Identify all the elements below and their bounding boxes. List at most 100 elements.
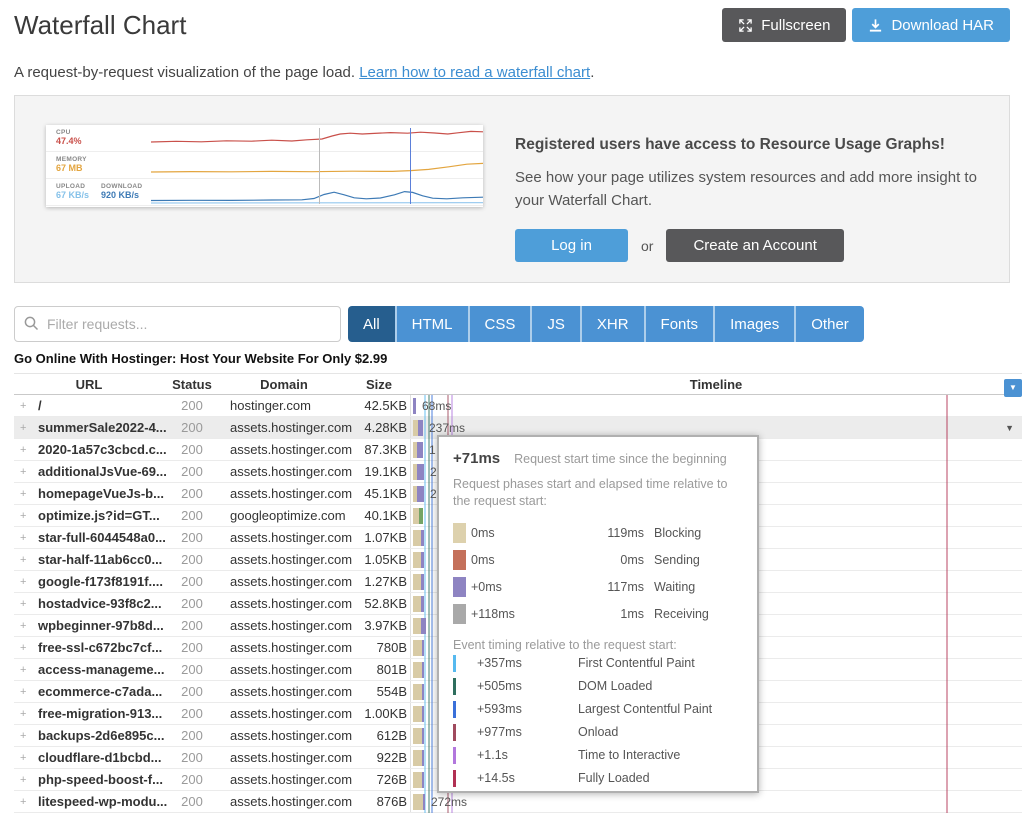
row-url: ecommerce-c7ada... bbox=[38, 684, 162, 699]
memory-label: MEMORY bbox=[56, 156, 87, 163]
row-expander-icon[interactable]: + bbox=[20, 620, 30, 632]
row-domain: assets.hostinger.com bbox=[220, 772, 348, 787]
download-har-button[interactable]: Download HAR bbox=[852, 8, 1010, 42]
waterfall-page: Waterfall Chart Fullscreen Download HAR … bbox=[0, 0, 1024, 814]
column-header-size[interactable]: Size bbox=[348, 377, 410, 392]
memory-line-chart bbox=[151, 152, 483, 179]
graph-cursor-blue bbox=[410, 128, 411, 204]
event-value: +14.5s bbox=[477, 771, 557, 785]
row-url: star-half-11ab6cc0... bbox=[38, 552, 162, 567]
phase-color-swatch bbox=[453, 523, 466, 543]
phase-name: Sending bbox=[649, 553, 743, 567]
row-expander-icon[interactable]: + bbox=[20, 664, 30, 676]
row-expander-icon[interactable]: + bbox=[20, 466, 30, 478]
filter-tab-fonts[interactable]: Fonts bbox=[644, 306, 714, 342]
table-row[interactable]: + litespeed-wp-modu... 200 assets.hostin… bbox=[14, 791, 1022, 813]
waterfall-help-link[interactable]: Learn how to read a waterfall chart bbox=[359, 64, 590, 81]
row-domain: assets.hostinger.com bbox=[220, 442, 348, 457]
row-url: backups-2d6e895c... bbox=[38, 728, 164, 743]
row-expander-icon[interactable]: + bbox=[20, 774, 30, 786]
filter-input[interactable] bbox=[14, 306, 341, 342]
row-bar bbox=[413, 618, 426, 634]
filter-tab-css[interactable]: CSS bbox=[468, 306, 531, 342]
row-caret-icon[interactable]: ▼ bbox=[1005, 423, 1014, 433]
tooltip-event-row: +593ms Largest Contentful Paint bbox=[453, 698, 743, 721]
filter-row: AllHTMLCSSJSXHRFontsImagesOther bbox=[14, 306, 1010, 342]
row-size: 45.1KB bbox=[348, 486, 410, 501]
row-expander-icon[interactable]: + bbox=[20, 642, 30, 654]
table-row[interactable]: + / 200 hostinger.com 42.5KB 68ms bbox=[14, 395, 1022, 417]
row-size: 19.1KB bbox=[348, 464, 410, 479]
row-expander-icon[interactable]: + bbox=[20, 598, 30, 610]
row-expander-icon[interactable]: + bbox=[20, 752, 30, 764]
row-expander-icon[interactable]: + bbox=[20, 422, 30, 434]
row-bar bbox=[413, 750, 424, 766]
row-domain: assets.hostinger.com bbox=[220, 596, 348, 611]
row-status: 200 bbox=[164, 552, 220, 567]
sponsor-ad-link[interactable]: Go Online With Hostinger: Host Your Webs… bbox=[14, 351, 1010, 366]
row-size: 42.5KB bbox=[348, 398, 410, 413]
promo-heading: Registered users have access to Resource… bbox=[515, 136, 979, 154]
column-header-domain[interactable]: Domain bbox=[220, 377, 348, 392]
row-size: 554B bbox=[348, 684, 410, 699]
row-domain: assets.hostinger.com bbox=[220, 618, 348, 633]
fullscreen-button[interactable]: Fullscreen bbox=[722, 8, 846, 42]
download-speed-value: 920 KB/s bbox=[101, 190, 142, 200]
row-expander-icon[interactable]: + bbox=[20, 400, 30, 412]
row-bar bbox=[413, 398, 416, 414]
filter-tab-other[interactable]: Other bbox=[794, 306, 864, 342]
create-account-button[interactable]: Create an Account bbox=[666, 229, 843, 262]
event-value: +593ms bbox=[477, 702, 557, 716]
row-bar bbox=[413, 596, 424, 612]
filter-tab-all[interactable]: All bbox=[348, 306, 395, 342]
row-url: hostadvice-93f8c2... bbox=[38, 596, 162, 611]
column-header-status[interactable]: Status bbox=[164, 377, 220, 392]
row-status: 200 bbox=[164, 508, 220, 523]
tooltip-phase-row: +0ms 117ms Waiting bbox=[453, 574, 743, 601]
row-url: cloudflare-d1bcbd... bbox=[38, 750, 162, 765]
cpu-label: CPU bbox=[56, 129, 82, 136]
row-expander-icon[interactable]: + bbox=[20, 576, 30, 588]
timeline-sort-button[interactable]: ▼ bbox=[1004, 379, 1022, 397]
filter-tab-html[interactable]: HTML bbox=[395, 306, 468, 342]
row-bar bbox=[413, 640, 424, 656]
row-status: 200 bbox=[164, 398, 220, 413]
login-button[interactable]: Log in bbox=[515, 229, 628, 262]
row-bar bbox=[413, 772, 424, 788]
row-url: optimize.js?id=GT... bbox=[38, 508, 160, 523]
row-size: 3.97KB bbox=[348, 618, 410, 633]
filter-tab-js[interactable]: JS bbox=[530, 306, 580, 342]
search-icon bbox=[23, 315, 40, 337]
row-domain: assets.hostinger.com bbox=[220, 706, 348, 721]
tooltip-start-value: +71ms bbox=[453, 450, 500, 467]
row-expander-icon[interactable]: + bbox=[20, 730, 30, 742]
row-expander-icon[interactable]: + bbox=[20, 708, 30, 720]
row-domain: hostinger.com bbox=[220, 398, 348, 413]
row-expander-icon[interactable]: + bbox=[20, 488, 30, 500]
bandwidth-line-chart bbox=[151, 179, 483, 206]
filter-tab-xhr[interactable]: XHR bbox=[580, 306, 644, 342]
row-expander-icon[interactable]: + bbox=[20, 554, 30, 566]
row-status: 200 bbox=[164, 728, 220, 743]
filter-tabs: AllHTMLCSSJSXHRFontsImagesOther bbox=[348, 306, 864, 342]
row-size: 1.07KB bbox=[348, 530, 410, 545]
row-expander-icon[interactable]: + bbox=[20, 532, 30, 544]
intro-suffix: . bbox=[590, 64, 594, 81]
column-header-url[interactable]: URL bbox=[14, 377, 164, 392]
row-bar bbox=[413, 728, 424, 744]
row-status: 200 bbox=[164, 794, 220, 809]
row-bar bbox=[413, 552, 424, 568]
row-expander-icon[interactable]: + bbox=[20, 510, 30, 522]
row-expander-icon[interactable]: + bbox=[20, 796, 30, 808]
row-expander-icon[interactable]: + bbox=[20, 686, 30, 698]
row-size: 4.28KB bbox=[348, 420, 410, 435]
row-size: 52.8KB bbox=[348, 596, 410, 611]
filter-tab-images[interactable]: Images bbox=[713, 306, 794, 342]
row-bar bbox=[413, 662, 424, 678]
graph-cursor-gray bbox=[319, 128, 320, 204]
row-status: 200 bbox=[164, 574, 220, 589]
event-value: +505ms bbox=[477, 679, 557, 693]
row-url: free-ssl-c672bc7cf... bbox=[38, 640, 162, 655]
row-domain: assets.hostinger.com bbox=[220, 794, 348, 809]
row-expander-icon[interactable]: + bbox=[20, 444, 30, 456]
